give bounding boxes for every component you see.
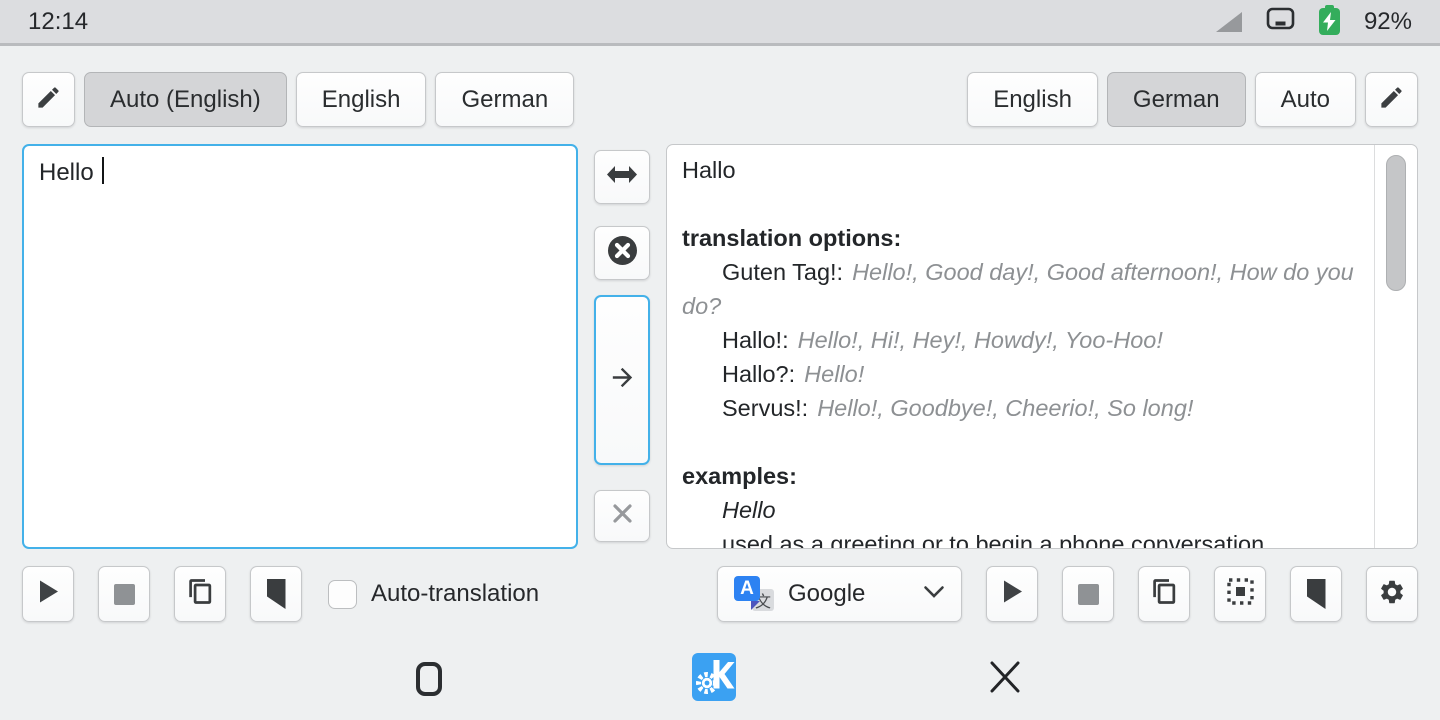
chevron-down-icon — [923, 585, 945, 604]
main-panels: Hello — [22, 144, 1418, 549]
edit-icon — [35, 84, 62, 116]
examples-heading: examples: — [682, 459, 1355, 493]
edit-source-languages-button[interactable] — [22, 72, 75, 127]
copy-icon — [187, 578, 214, 610]
swap-icon — [607, 166, 637, 188]
play-icon — [1001, 579, 1024, 609]
flag-icon — [267, 579, 286, 609]
battery-charging-icon — [1319, 8, 1340, 35]
dismiss-button[interactable] — [594, 490, 650, 542]
target-lang-auto[interactable]: Auto — [1255, 72, 1356, 127]
stop-icon — [114, 584, 135, 605]
target-language-group: English German Auto — [967, 72, 1418, 127]
kde-home-button[interactable] — [692, 653, 736, 706]
auto-translation-checkbox[interactable] — [328, 580, 357, 609]
translation-result-panel: Hallo translation options: Guten Tag!:He… — [666, 144, 1418, 549]
source-lang-auto-english[interactable]: Auto (English) — [84, 72, 287, 127]
window-icon — [416, 662, 442, 696]
example-phrase: Hello — [682, 493, 1355, 527]
middle-action-column — [594, 144, 650, 549]
copy-icon — [1151, 578, 1178, 610]
stop-icon — [1078, 584, 1099, 605]
close-icon — [986, 658, 1024, 701]
translation-option: Hallo!:Hello!, Hi!, Hey!, Howdy!, Yoo-Ho… — [682, 323, 1355, 357]
google-translate-icon: 文 A — [734, 575, 776, 613]
translated-text: Hallo — [682, 153, 1355, 187]
target-lang-german[interactable]: German — [1107, 72, 1246, 127]
translation-option: Guten Tag!:Hello!, Good day!, Good after… — [682, 255, 1355, 323]
source-text: Hello — [39, 159, 94, 186]
clear-icon — [607, 235, 638, 271]
keyboard-icon — [1266, 6, 1295, 38]
engine-name: Google — [788, 580, 865, 608]
language-bar: Auto (English) English German English Ge… — [22, 72, 1418, 127]
settings-icon — [1378, 578, 1406, 611]
battery-percent: 92% — [1364, 8, 1412, 36]
source-lang-english[interactable]: English — [296, 72, 427, 127]
dismiss-icon — [611, 502, 634, 530]
copy-target-button[interactable] — [1138, 566, 1190, 622]
signal-icon — [1216, 12, 1242, 32]
auto-translation-label: Auto-translation — [371, 580, 539, 608]
translation-option: Servus!:Hello!, Goodbye!, Cheerio!, So l… — [682, 391, 1355, 425]
options-heading: translation options: — [682, 221, 1355, 255]
target-toolbar: 文 A Google — [717, 566, 1418, 622]
flag-source-button[interactable] — [250, 566, 302, 622]
kde-logo — [692, 653, 736, 706]
translate-button[interactable] — [594, 295, 650, 465]
copy-source-button[interactable] — [174, 566, 226, 622]
target-lang-english[interactable]: English — [967, 72, 1098, 127]
speak-source-button[interactable] — [22, 566, 74, 622]
select-all-button[interactable] — [1214, 566, 1266, 622]
translator-app-window: 12:14 92% Auto (English) English German — [0, 0, 1440, 720]
source-text-input[interactable]: Hello — [22, 144, 578, 549]
speak-target-button[interactable] — [986, 566, 1038, 622]
source-lang-german[interactable]: German — [435, 72, 574, 127]
select-all-icon — [1226, 577, 1255, 611]
translate-icon — [608, 363, 637, 397]
stop-target-speech-button[interactable] — [1062, 566, 1114, 622]
bottom-navigation-bar — [0, 622, 1440, 720]
scrollbar-thumb[interactable] — [1386, 155, 1406, 291]
clear-text-button[interactable] — [594, 226, 650, 280]
translation-engine-select[interactable]: 文 A Google — [717, 566, 962, 622]
settings-button[interactable] — [1366, 566, 1418, 622]
source-toolbar: Auto-translation — [22, 566, 539, 622]
text-cursor — [102, 157, 104, 184]
source-language-group: Auto (English) English German — [22, 72, 574, 127]
translation-option: Hallo?:Hello! — [682, 357, 1355, 391]
window-nav-button[interactable] — [416, 662, 442, 696]
bottom-toolbars: Auto-translation 文 A Google — [22, 566, 1418, 622]
flag-icon — [1307, 579, 1326, 609]
stop-source-speech-button[interactable] — [98, 566, 150, 622]
status-indicators: 92% — [1216, 6, 1412, 38]
play-icon — [37, 579, 60, 609]
edit-icon — [1378, 84, 1405, 116]
clock: 12:14 — [28, 8, 88, 36]
edit-target-languages-button[interactable] — [1365, 72, 1418, 127]
close-nav-button[interactable] — [986, 658, 1024, 701]
example-usage: used as a greeting or to begin a phone c… — [682, 527, 1355, 549]
scrollbar-track[interactable] — [1374, 145, 1417, 548]
swap-languages-button[interactable] — [594, 150, 650, 204]
status-bar: 12:14 92% — [0, 0, 1440, 46]
flag-target-button[interactable] — [1290, 566, 1342, 622]
translation-text: Hallo translation options: Guten Tag!:He… — [667, 145, 1417, 549]
